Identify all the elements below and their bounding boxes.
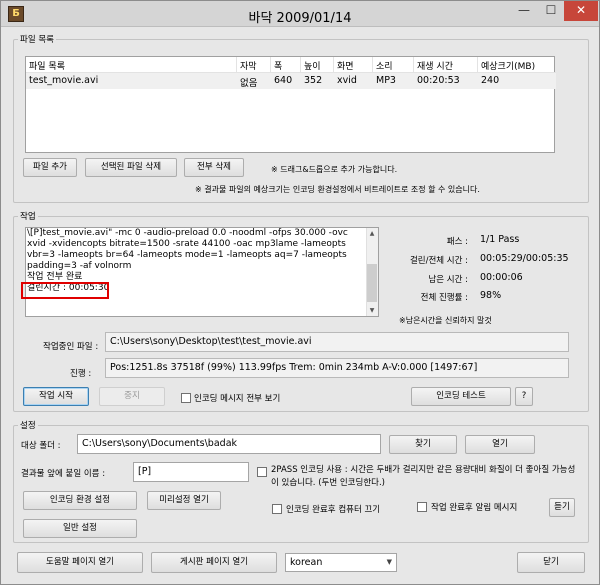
delete-selected-button[interactable]: 선택된 파일 삭제: [85, 158, 177, 177]
alert-after-checkbox[interactable]: [417, 502, 427, 512]
cell-height: 352: [304, 75, 323, 86]
remaining-value: 00:00:06: [480, 272, 523, 283]
drag-drop-note: ※ 드래그&드롭으로 추가 가능합니다.: [271, 165, 398, 174]
size-note: ※ 결과물 파일의 예상크기는 인코딩 환경설정에서 비트레이트로 조정 할 수…: [195, 185, 480, 194]
file-list-legend: 파일 목록: [20, 35, 54, 45]
show-all-messages-checkbox[interactable]: [181, 393, 191, 403]
chevron-down-icon: ▼: [386, 558, 392, 566]
col-divider: [236, 57, 237, 73]
stop-button[interactable]: 중지: [99, 387, 165, 406]
encode-test-button[interactable]: 인코딩 테스트: [411, 387, 511, 406]
col-header-width[interactable]: 폭: [274, 59, 282, 72]
browse-button[interactable]: 찾기: [389, 435, 457, 454]
delete-all-button[interactable]: 전부 삭제: [184, 158, 244, 177]
col-divider: [413, 57, 414, 73]
col-divider: [333, 57, 334, 73]
col-header-video[interactable]: 화면: [337, 59, 354, 72]
scroll-thumb[interactable]: [367, 264, 377, 302]
file-list-header: 파일 목록 자막 폭 높이 화면 소리 재생 시간 예상크기(MB): [26, 57, 556, 73]
status-field: Pos:1251.8s 37518f (99%) 113.99fps Trem:…: [105, 358, 569, 378]
pass-value: 1/1 Pass: [480, 234, 520, 245]
encode-settings-button[interactable]: 인코딩 환경 설정: [23, 491, 137, 510]
cell-file: test_movie.avi: [29, 75, 99, 86]
col-divider: [477, 57, 478, 73]
general-settings-button[interactable]: 일반 설정: [23, 519, 137, 538]
elapsed-label: 걸린/전체 시간 :: [409, 256, 468, 266]
col-header-file[interactable]: 파일 목록: [29, 59, 65, 72]
shutdown-after-label: 인코딩 완료후 컴퓨터 끄기: [286, 505, 381, 515]
language-select[interactable]: korean ▼: [285, 553, 397, 572]
status-label: 진행 :: [70, 369, 92, 379]
col-header-size[interactable]: 예상크기(MB): [481, 59, 535, 72]
col-divider: [300, 57, 301, 73]
target-folder-label: 대상 폴더 :: [21, 441, 61, 451]
close-window-icon[interactable]: ✕: [564, 1, 598, 21]
elapsed-value: 00:05:29/00:05:35: [480, 253, 569, 264]
current-file-label: 작업중인 파일 :: [43, 342, 99, 352]
cell-subtitle: 없음: [240, 78, 258, 89]
col-divider: [372, 57, 373, 73]
two-pass-label: 2PASS 인코딩 사용 : 시간은 두배가 걸리지만 같은 용량대비 화질이 …: [271, 465, 576, 488]
preset-open-button[interactable]: 미리설정 열기: [147, 491, 221, 510]
trust-note: ※남은시간을 신뢰하지 말것: [399, 316, 492, 325]
start-job-button[interactable]: 작업 시작: [23, 387, 89, 406]
title-bar: Б 바닥 2009/01/14 — ☐ ✕: [1, 1, 599, 27]
minimize-icon[interactable]: —: [511, 1, 537, 21]
current-file-field: C:\Users\sony\Desktop\test\test_movie.av…: [105, 332, 569, 352]
add-file-button[interactable]: 파일 추가: [23, 158, 77, 177]
prefix-input[interactable]: [P]: [133, 462, 249, 482]
cell-size: 240: [481, 75, 500, 86]
elapsed-time-highlight: [21, 282, 109, 299]
col-divider: [270, 57, 271, 73]
file-list-table[interactable]: 파일 목록 자막 폭 높이 화면 소리 재생 시간 예상크기(MB) test_…: [25, 56, 556, 153]
shutdown-after-checkbox[interactable]: [272, 504, 282, 514]
cell-video: xvid: [337, 75, 357, 86]
col-header-subtitle[interactable]: 자막: [240, 59, 257, 72]
close-button[interactable]: 닫기: [517, 552, 585, 573]
cell-width: 640: [274, 75, 293, 86]
cell-duration: 00:20:53: [417, 75, 460, 86]
listen-button[interactable]: 듣기: [549, 498, 575, 517]
remaining-label: 남은 시간 :: [428, 275, 468, 285]
main-window: Б 바닥 2009/01/14 — ☐ ✕ 파일 목록 파일 목록 자막 폭 높…: [0, 0, 600, 585]
col-header-duration[interactable]: 재생 시간: [417, 59, 453, 72]
scroll-down-icon[interactable]: ▼: [366, 305, 378, 316]
encoding-log[interactable]: \[P]test_movie.avi" -mc 0 -audio-preload…: [25, 227, 379, 317]
help-page-button[interactable]: 도움말 페이지 열기: [17, 552, 143, 573]
window-title: 바닥 2009/01/14: [248, 11, 352, 26]
progress-value: 98%: [480, 290, 502, 301]
target-folder-input[interactable]: C:\Users\sony\Documents\badak: [77, 434, 381, 454]
log-scrollbar[interactable]: ▲ ▼: [366, 228, 378, 316]
col-header-audio[interactable]: 소리: [376, 59, 393, 72]
two-pass-checkbox[interactable]: [257, 467, 267, 477]
job-legend: 작업: [20, 212, 36, 222]
open-folder-button[interactable]: 열기: [465, 435, 535, 454]
table-row[interactable]: test_movie.avi 없음 640 352 xvid MP3 00:20…: [26, 73, 556, 89]
col-header-height[interactable]: 높이: [304, 59, 321, 72]
scroll-up-icon[interactable]: ▲: [366, 228, 378, 239]
help-button[interactable]: ?: [515, 387, 533, 406]
alert-after-label: 작업 완료후 알림 메시지: [431, 503, 518, 513]
cell-audio: MP3: [376, 75, 396, 86]
settings-legend: 설정: [20, 421, 36, 431]
progress-label: 전체 진행률 :: [420, 293, 468, 303]
show-all-messages-label: 인코딩 메시지 전부 보기: [194, 394, 281, 404]
language-value: korean: [290, 557, 323, 568]
pass-label: 패스 :: [446, 237, 468, 247]
maximize-icon[interactable]: ☐: [538, 1, 564, 21]
prefix-label: 결과물 앞에 붙일 이름 :: [21, 469, 106, 479]
board-page-button[interactable]: 게시판 페이지 열기: [151, 552, 277, 573]
